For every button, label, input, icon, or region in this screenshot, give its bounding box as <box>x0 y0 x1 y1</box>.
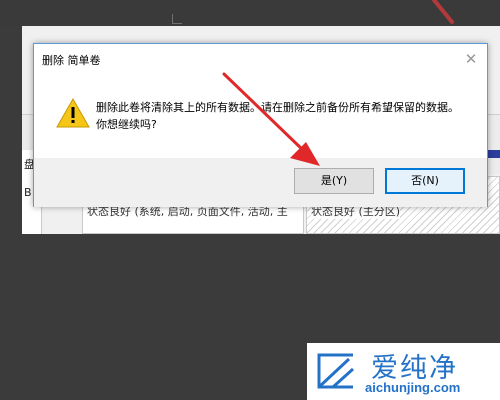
close-icon[interactable]: ✕ <box>461 50 481 68</box>
dialog-footer: 是(Y) 否(N) <box>34 158 487 207</box>
dialog-message: 删除此卷将清除其上的所有数据。请在删除之前备份所有希望保留的数据。你想继续吗? <box>96 101 459 131</box>
yes-button[interactable]: 是(Y) <box>294 168 374 194</box>
logo-mark-icon <box>317 353 355 389</box>
logo-url: aichunjing.com <box>365 380 461 395</box>
dialog-titlebar[interactable]: 删除 简单卷 ✕ <box>34 44 487 74</box>
watermark-logo: 爱纯净 aichunjing.com <box>307 343 500 400</box>
background-mark <box>172 14 182 24</box>
background-top <box>0 0 500 26</box>
disk-label-char: B <box>24 186 32 199</box>
warning-icon <box>56 98 90 128</box>
dialog-title: 删除 简单卷 <box>42 54 101 67</box>
delete-volume-dialog: 删除 简单卷 ✕ 删除此卷将清除其上的所有数据。请在删除之前备份所有希望保留的数… <box>33 43 488 207</box>
no-button[interactable]: 否(N) <box>385 168 465 194</box>
